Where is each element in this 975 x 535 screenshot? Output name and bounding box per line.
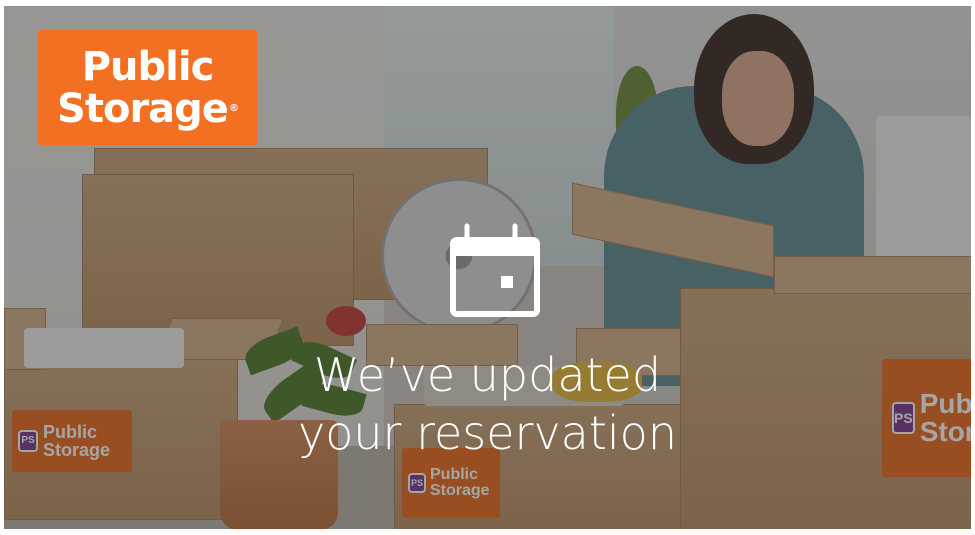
logo-line2-text: Storage xyxy=(57,85,229,132)
logo-line1: Public xyxy=(81,43,215,90)
message-line2: your reservation xyxy=(298,406,677,460)
calendar-icon xyxy=(450,223,540,317)
hero-banner: PS Public Storage PS Public Storage PS P… xyxy=(4,6,971,529)
logo-registered-mark: ® xyxy=(228,102,239,114)
message-line1: We’ve updated xyxy=(313,348,662,402)
public-storage-logo: Public Storage® xyxy=(38,30,257,145)
logo-line2: Storage® xyxy=(57,85,239,132)
confirmation-message: We’ve updated your reservation xyxy=(4,346,971,462)
